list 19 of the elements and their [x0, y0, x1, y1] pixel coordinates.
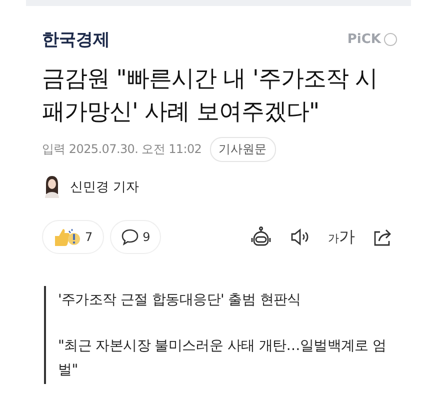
- article-headline: 금감원 "빠른시간 내 '주가조작 시 패가망신' 사례 보여주겠다": [42, 65, 379, 127]
- listen-button[interactable]: [290, 228, 310, 246]
- robot-icon: [250, 226, 272, 248]
- font-size-button[interactable]: 가가: [328, 226, 355, 248]
- share-icon: [373, 228, 393, 246]
- subheading-quote: '주가조작 근절 합동대응단' 출범 현판식 "최근 자본시장 불미스러운 사태 개탄…일벌백계로 엄벌": [44, 286, 397, 384]
- pick-label: PiCK: [347, 32, 397, 47]
- comment-icon: [120, 228, 139, 246]
- original-article-button[interactable]: 기사원문: [210, 137, 276, 162]
- share-button[interactable]: [373, 228, 393, 246]
- publish-date: 입력 2025.07.30. 오전 11:02: [42, 141, 202, 158]
- reaction-icon: [53, 227, 81, 247]
- comment-button[interactable]: 9: [110, 220, 162, 254]
- summary-button[interactable]: [250, 226, 272, 248]
- reporter-avatar: [44, 176, 60, 198]
- reaction-button[interactable]: 7: [42, 220, 104, 254]
- reporter-name[interactable]: 신민경 기자: [70, 178, 140, 196]
- press-logo[interactable]: 한국경제: [42, 28, 110, 51]
- speaker-icon: [290, 228, 310, 246]
